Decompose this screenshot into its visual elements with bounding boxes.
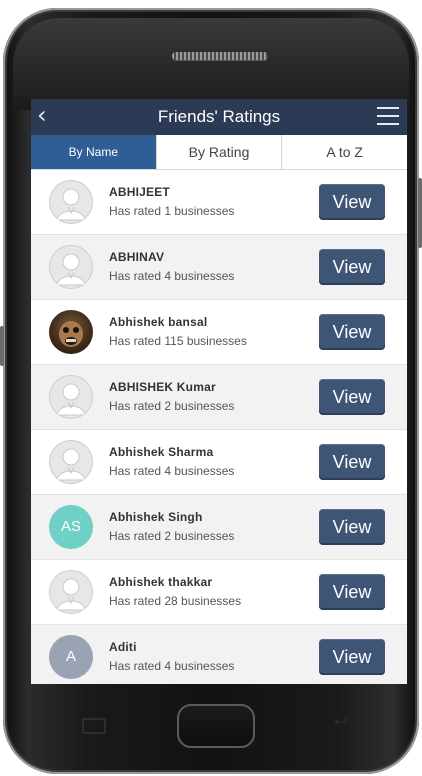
- initials-avatar: A: [49, 635, 93, 679]
- rating-count: Has rated 115 businesses: [109, 334, 247, 348]
- friend-name: ABHISHEK Kumar: [109, 380, 216, 394]
- tab-by-rating[interactable]: By Rating: [157, 135, 283, 169]
- rating-count: Has rated 1 businesses: [109, 204, 235, 218]
- sort-tabs: By Name By Rating A to Z: [31, 135, 407, 170]
- home-button[interactable]: [177, 704, 255, 748]
- list-item: Abhishek bansal Has rated 115 businesses…: [31, 300, 407, 365]
- default-avatar-icon: [49, 440, 93, 484]
- rating-count: Has rated 4 businesses: [109, 464, 235, 478]
- default-avatar-icon: [49, 245, 93, 289]
- rating-count: Has rated 2 businesses: [109, 529, 235, 543]
- view-button[interactable]: View: [319, 249, 385, 285]
- friend-name: Abhishek bansal: [109, 315, 208, 329]
- view-button[interactable]: View: [319, 574, 385, 610]
- default-avatar-icon: [49, 375, 93, 419]
- friend-name: Abhishek Singh: [109, 510, 203, 524]
- default-avatar-icon: [49, 180, 93, 224]
- view-button[interactable]: View: [319, 444, 385, 480]
- phone-top-bezel: [13, 18, 409, 110]
- hamburger-menu-icon[interactable]: [377, 107, 399, 125]
- view-button[interactable]: View: [319, 639, 385, 675]
- list-item: AS Abhishek Singh Has rated 2 businesses…: [31, 495, 407, 560]
- view-button[interactable]: View: [319, 509, 385, 545]
- profile-photo-avatar: [49, 310, 93, 354]
- menu-softkey-icon: [82, 718, 106, 734]
- list-item: A Aditi Has rated 4 businesses View: [31, 625, 407, 684]
- rating-count: Has rated 4 businesses: [109, 269, 235, 283]
- friend-name: Abhishek Sharma: [109, 445, 214, 459]
- volume-button: [0, 326, 4, 366]
- tab-a-to-z[interactable]: A to Z: [282, 135, 407, 169]
- power-button: [418, 178, 422, 248]
- rating-count: Has rated 4 businesses: [109, 659, 235, 673]
- back-softkey-icon: ↩: [334, 714, 348, 731]
- rating-count: Has rated 2 businesses: [109, 399, 235, 413]
- view-button[interactable]: View: [319, 379, 385, 415]
- friend-name: Aditi: [109, 640, 137, 654]
- friend-name: ABHIJEET: [109, 185, 170, 199]
- app-bar: ‹ Friends' Ratings: [31, 99, 407, 135]
- view-button[interactable]: View: [319, 314, 385, 350]
- list-item: Abhishek thakkar Has rated 28 businesses…: [31, 560, 407, 625]
- view-button[interactable]: View: [319, 184, 385, 220]
- list-item: ABHINAV Has rated 4 businesses View: [31, 235, 407, 300]
- list-item: ABHIJEET Has rated 1 businesses View: [31, 170, 407, 235]
- tab-by-name[interactable]: By Name: [31, 135, 157, 169]
- default-avatar-icon: [49, 570, 93, 614]
- app-screen: ‹ Friends' Ratings By Name By Rating A t…: [31, 99, 407, 684]
- page-title: Friends' Ratings: [157, 107, 281, 126]
- earpiece-speaker: [172, 52, 268, 60]
- friend-name: Abhishek thakkar: [109, 575, 213, 589]
- list-item: ABHISHEK Kumar Has rated 2 businesses Vi…: [31, 365, 407, 430]
- initials-avatar: AS: [49, 505, 93, 549]
- friends-list: ABHIJEET Has rated 1 businesses View ABH…: [31, 170, 407, 684]
- list-item: Abhishek Sharma Has rated 4 businesses V…: [31, 430, 407, 495]
- friend-name: ABHINAV: [109, 250, 165, 264]
- rating-count: Has rated 28 businesses: [109, 594, 242, 608]
